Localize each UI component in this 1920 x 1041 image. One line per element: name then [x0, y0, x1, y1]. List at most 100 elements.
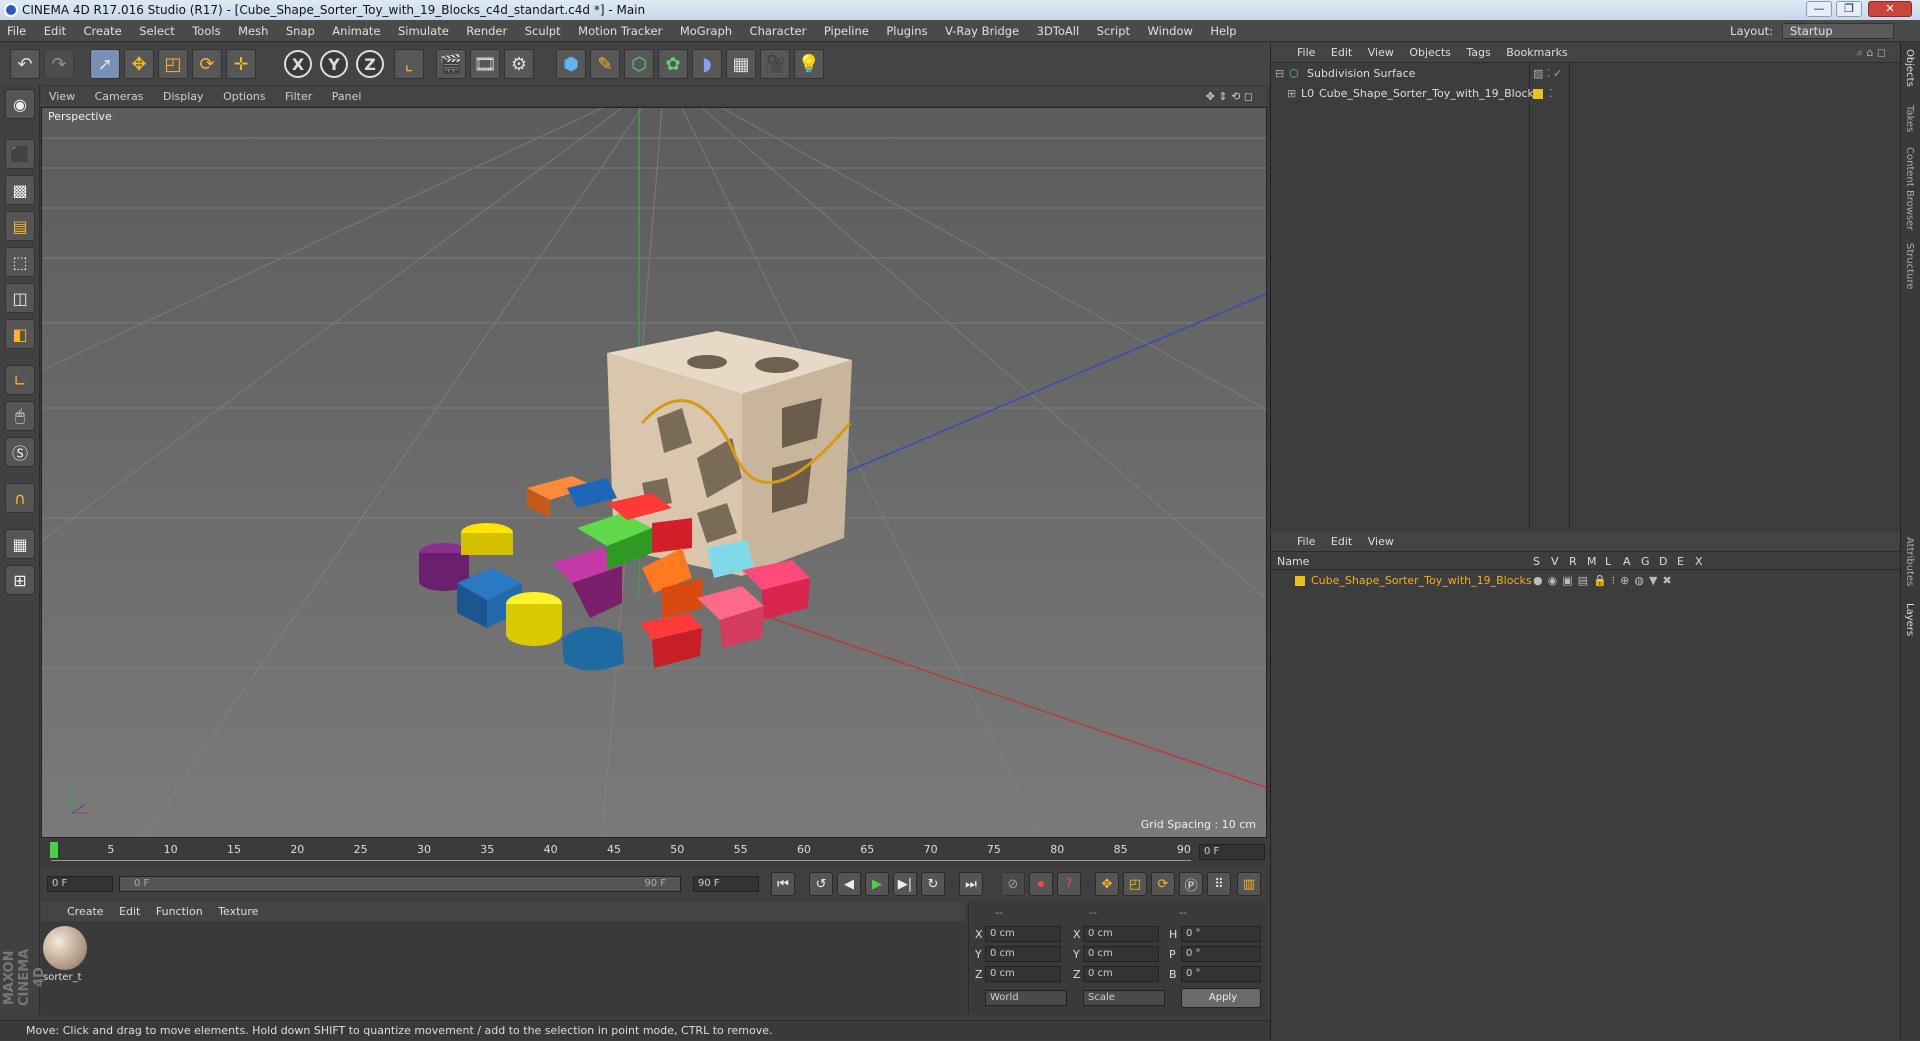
material-menu-texture[interactable]: Texture [212, 902, 264, 921]
menu-window[interactable]: Window [1141, 20, 1200, 42]
menu-3dtoall[interactable]: 3DToAll [1030, 20, 1087, 42]
pos-x-field[interactable]: 0 cm [985, 926, 1061, 942]
texture-mode-icon[interactable]: ▩ [5, 175, 35, 205]
render-settings-icon[interactable]: ⚙ [504, 49, 534, 79]
render-view-icon[interactable]: 🎬 [436, 49, 466, 79]
magnet-icon[interactable]: ∩ [5, 483, 35, 513]
start-frame-field[interactable]: 0 F [47, 876, 113, 892]
material-menu-edit[interactable]: Edit [113, 902, 146, 921]
layer-row[interactable]: Cube_Shape_Sorter_Toy_with_19_Blocks ●◉▣… [1271, 572, 1901, 590]
objects-menu-edit[interactable]: Edit [1325, 43, 1358, 63]
edges-mode-icon[interactable]: ◫ [5, 283, 35, 313]
layer-color-swatch[interactable] [1533, 89, 1543, 99]
maximize-button[interactable]: ❐ [1836, 1, 1862, 17]
menu-mograph[interactable]: MoGraph [673, 20, 739, 42]
menu-vray-bridge[interactable]: V-Ray Bridge [938, 20, 1026, 42]
record-disabled-icon[interactable]: ⊘ [1001, 872, 1025, 896]
size-mode-dropdown[interactable]: Scale [1083, 990, 1165, 1006]
previous-frame-icon[interactable]: ◀ [837, 872, 861, 896]
viewport-menu-view[interactable]: View [41, 87, 83, 106]
tree-item-cube-sorter[interactable]: ⊞ L0 Cube_Shape_Sorter_Toy_with_19_Block… [1271, 85, 1901, 103]
col-locked[interactable]: L [1605, 554, 1611, 570]
move-tool-icon[interactable]: ✥ [124, 49, 154, 79]
rot-p-field[interactable]: 0 ° [1181, 946, 1261, 962]
snap-icon[interactable]: Ⓢ [5, 437, 35, 467]
workplane-mode-icon[interactable]: ▤ [5, 211, 35, 241]
timeline-window-icon[interactable]: ▥ [1237, 872, 1261, 896]
next-frame-icon[interactable]: ▶| [893, 872, 917, 896]
menu-animate[interactable]: Animate [325, 20, 387, 42]
tab-takes[interactable]: Takes [1904, 105, 1915, 132]
layout-dropdown[interactable]: Startup [1782, 23, 1894, 39]
playhead[interactable] [50, 842, 58, 858]
menu-render[interactable]: Render [459, 20, 514, 42]
lock-workplane-icon[interactable]: ▦ [5, 529, 35, 559]
next-key-icon[interactable]: ↻ [921, 872, 945, 896]
x-axis-lock-button[interactable]: X [284, 50, 312, 78]
rot-b-field[interactable]: 0 ° [1181, 966, 1261, 982]
deformer-icon[interactable]: ◗ [692, 49, 722, 79]
menu-character[interactable]: Character [743, 20, 814, 42]
floor-scene-icon[interactable]: ▦ [726, 49, 756, 79]
layer-toggle-icons[interactable]: ●◉▣▤🔒⁝⊕◍▼✖ [1533, 572, 1677, 590]
tab-objects[interactable]: Objects [1904, 49, 1915, 87]
layers-menu-view[interactable]: View [1362, 532, 1400, 552]
previous-key-icon[interactable]: ↺ [809, 872, 833, 896]
coordinate-space-dropdown[interactable]: World [985, 990, 1067, 1006]
menu-edit[interactable]: Edit [37, 20, 73, 42]
autokey-icon[interactable]: ? [1057, 872, 1081, 896]
layers-menu-file[interactable]: File [1291, 532, 1321, 552]
rotate-tool-icon[interactable]: ⟳ [192, 49, 222, 79]
z-axis-lock-button[interactable]: Z [356, 50, 384, 78]
undo-icon[interactable]: ↶ [10, 49, 40, 79]
material-menu-create[interactable]: Create [61, 902, 110, 921]
key-pla-icon[interactable]: ⠿ [1207, 872, 1231, 896]
viewport-menu-filter[interactable]: Filter [277, 87, 320, 106]
play-icon[interactable]: ▶ [865, 872, 889, 896]
layers-menu-edit[interactable]: Edit [1325, 532, 1358, 552]
menu-motion-tracker[interactable]: Motion Tracker [571, 20, 669, 42]
viewport-menu-cameras[interactable]: Cameras [87, 87, 152, 106]
size-x-field[interactable]: 0 cm [1083, 926, 1159, 942]
col-solo[interactable]: S [1533, 554, 1540, 570]
key-rotation-icon[interactable]: ⟳ [1151, 872, 1175, 896]
tweak-mode-icon[interactable]: 🖱 [5, 401, 35, 431]
apply-button[interactable]: Apply [1181, 988, 1261, 1008]
coordinate-system-icon[interactable]: ⌞ [394, 49, 424, 79]
menu-create[interactable]: Create [77, 20, 129, 42]
select-tool-icon[interactable]: ➚ [90, 49, 120, 79]
end-frame-field[interactable]: 90 F [693, 876, 759, 892]
col-generators[interactable]: G [1641, 554, 1650, 570]
tab-structure[interactable]: Structure [1904, 243, 1915, 290]
viewport-menu-options[interactable]: Options [215, 87, 273, 106]
objects-menu-file[interactable]: File [1291, 43, 1321, 63]
scale-tool-icon[interactable]: ◰ [158, 49, 188, 79]
enabled-check-icon[interactable]: ✓ [1553, 65, 1562, 83]
tab-attributes[interactable]: Attributes [1904, 537, 1915, 586]
cube-primitive-icon[interactable]: ⬢ [556, 49, 586, 79]
redo-icon[interactable]: ↷ [44, 49, 74, 79]
material-swatch[interactable] [43, 926, 87, 970]
pos-z-field[interactable]: 0 cm [985, 966, 1061, 982]
minimize-button[interactable]: — [1806, 1, 1832, 17]
collapse-icon[interactable]: ⊟ [1275, 65, 1284, 83]
perspective-viewport[interactable]: Perspective Grid Spacing : 10 cm [41, 107, 1267, 838]
menu-select[interactable]: Select [132, 20, 181, 42]
menu-help[interactable]: Help [1203, 20, 1243, 42]
key-position-icon[interactable]: ✥ [1095, 872, 1119, 896]
visibility-dots-icon[interactable]: ⁚ [1549, 85, 1553, 103]
material-menu-function[interactable]: Function [150, 902, 209, 921]
camera-icon[interactable]: 🎥 [760, 49, 790, 79]
menu-mesh[interactable]: Mesh [231, 20, 275, 42]
make-editable-icon[interactable]: ◉ [5, 89, 35, 119]
menu-file[interactable]: File [0, 20, 33, 42]
layer-color-swatch[interactable] [1295, 576, 1305, 586]
menu-pipeline[interactable]: Pipeline [817, 20, 876, 42]
light-icon[interactable]: 💡 [794, 49, 824, 79]
model-mode-icon[interactable]: ⬛ [5, 139, 35, 169]
array-mograph-icon[interactable]: ✿ [658, 49, 688, 79]
col-xref[interactable]: X [1695, 554, 1703, 570]
col-render[interactable]: R [1569, 554, 1577, 570]
timeline-ruler[interactable]: 0 5 10 15 20 25 30 35 40 45 50 55 60 65 … [41, 840, 1267, 866]
viewport-menu-panel[interactable]: Panel [324, 87, 370, 106]
